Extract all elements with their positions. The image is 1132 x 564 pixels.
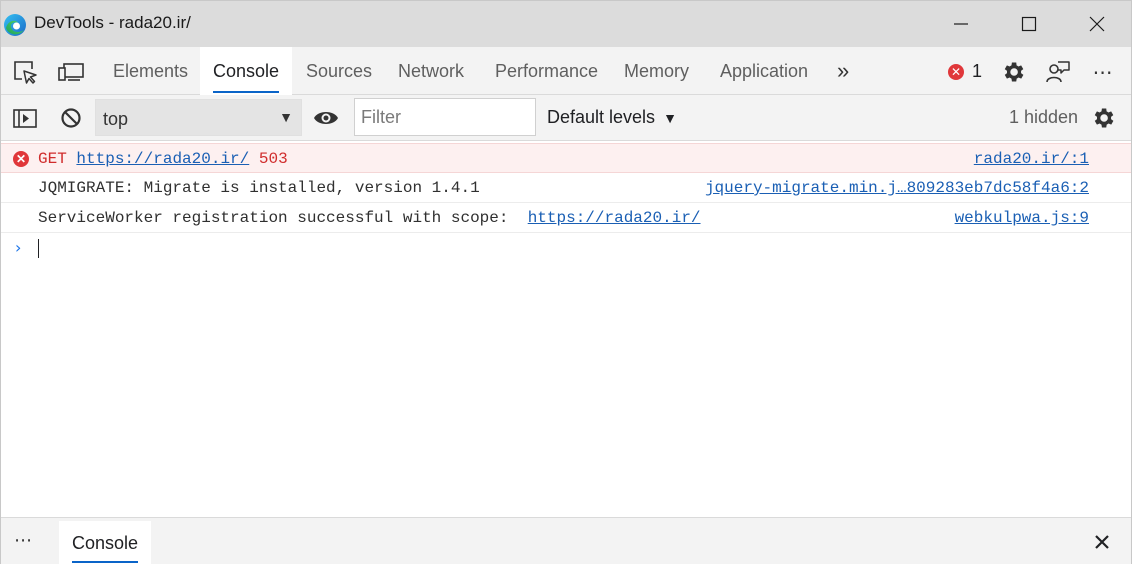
tab-elements[interactable]: Elements xyxy=(100,47,201,95)
log-levels-dropdown[interactable]: Default levels ▼ xyxy=(547,107,677,128)
prompt-chevron-icon: › xyxy=(15,238,22,257)
live-expression-button[interactable] xyxy=(313,105,339,131)
minimize-icon xyxy=(954,23,968,25)
more-options-icon: ⋯ xyxy=(1092,61,1114,84)
close-drawer-button[interactable] xyxy=(1091,531,1113,553)
more-tabs-button[interactable]: » xyxy=(824,47,862,95)
drawer-more-button[interactable]: ⋯ xyxy=(14,530,33,551)
log-levels-label: Default levels xyxy=(547,107,656,127)
error-count-badge[interactable]: ✕ 1 xyxy=(948,61,982,82)
context-value: top xyxy=(103,109,129,129)
error-icon: ✕ xyxy=(13,151,29,167)
drawer-bar: ⋯ Console xyxy=(1,517,1131,564)
console-message-error: ✕ GET https://rada20.ir/ 503 rada20.ir/:… xyxy=(1,143,1131,173)
main-tab-bar: Elements Console Sources Network Perform… xyxy=(1,47,1131,95)
console-messages: ✕ GET https://rada20.ir/ 503 rada20.ir/:… xyxy=(1,143,1131,263)
console-prompt[interactable]: › xyxy=(1,233,1131,263)
device-toolbar-icon xyxy=(58,63,84,81)
maximize-button[interactable] xyxy=(995,1,1063,47)
filter-input[interactable] xyxy=(354,98,536,136)
request-url-link[interactable]: https://rada20.ir/ xyxy=(76,150,249,168)
edge-logo-icon xyxy=(4,14,26,36)
tab-application[interactable]: Application xyxy=(707,47,821,95)
error-count: 1 xyxy=(972,61,983,81)
dropdown-caret-icon: ▼ xyxy=(279,109,293,125)
gear-icon xyxy=(1094,108,1114,128)
inspect-element-button[interactable] xyxy=(12,59,38,85)
message-source-link[interactable]: jquery-migrate.min.j…809283eb7dc58f4a6:2 xyxy=(705,179,1089,197)
message-body: ServiceWorker registration successful wi… xyxy=(38,209,509,227)
status-code: 503 xyxy=(258,150,288,168)
tab-sources[interactable]: Sources xyxy=(293,47,385,95)
clear-console-button[interactable] xyxy=(58,105,84,131)
request-method: GET xyxy=(38,150,67,168)
feedback-button[interactable] xyxy=(1045,59,1071,85)
tab-console[interactable]: Console xyxy=(200,47,293,95)
tab-performance[interactable]: Performance xyxy=(482,47,611,95)
message-text: JQMIGRATE: Migrate is installed, version… xyxy=(38,179,480,197)
console-settings-button[interactable] xyxy=(1090,105,1116,131)
sidebar-toggle-icon xyxy=(13,109,37,128)
close-icon xyxy=(1095,535,1109,549)
console-message-log: ServiceWorker registration successful wi… xyxy=(1,203,1131,233)
feedback-icon xyxy=(1046,61,1070,83)
settings-button[interactable] xyxy=(1000,59,1026,85)
message-source-link[interactable]: rada20.ir/:1 xyxy=(974,150,1089,168)
tab-network[interactable]: Network xyxy=(385,47,477,95)
devtools-window: DevTools - rada20.ir/ Elements Console S… xyxy=(0,0,1132,564)
customize-menu-button[interactable]: ⋯ xyxy=(1090,59,1116,85)
scope-url-link[interactable]: https://rada20.ir/ xyxy=(528,209,701,227)
message-source-link[interactable]: webkulpwa.js:9 xyxy=(955,209,1089,227)
minimize-button[interactable] xyxy=(927,1,995,47)
eye-icon xyxy=(314,112,338,124)
dropdown-caret-icon: ▼ xyxy=(663,109,677,126)
drawer-tab-console[interactable]: Console xyxy=(59,521,152,564)
console-message-log: JQMIGRATE: Migrate is installed, version… xyxy=(1,173,1131,203)
tab-memory[interactable]: Memory xyxy=(611,47,702,95)
message-text: ServiceWorker registration successful wi… xyxy=(38,209,701,227)
context-selector[interactable]: top ▼ xyxy=(95,99,302,136)
show-sidebar-button[interactable] xyxy=(12,105,38,131)
message-text: GET https://rada20.ir/ 503 xyxy=(38,150,288,168)
console-toolbar: top ▼ Default levels ▼ 1 hidden xyxy=(1,95,1131,141)
gear-icon xyxy=(1004,62,1024,82)
text-cursor xyxy=(38,239,39,258)
maximize-icon xyxy=(1021,16,1037,32)
title-bar: DevTools - rada20.ir/ xyxy=(1,1,1131,47)
block-icon xyxy=(61,108,81,128)
error-icon: ✕ xyxy=(948,63,964,80)
hidden-messages-count: 1 hidden xyxy=(1009,107,1079,127)
close-window-button[interactable] xyxy=(1063,1,1131,47)
window-title: DevTools - rada20.ir/ xyxy=(34,13,191,32)
device-emulation-button[interactable] xyxy=(58,59,84,85)
close-icon xyxy=(1089,16,1105,32)
inspect-cursor-icon xyxy=(14,61,37,84)
